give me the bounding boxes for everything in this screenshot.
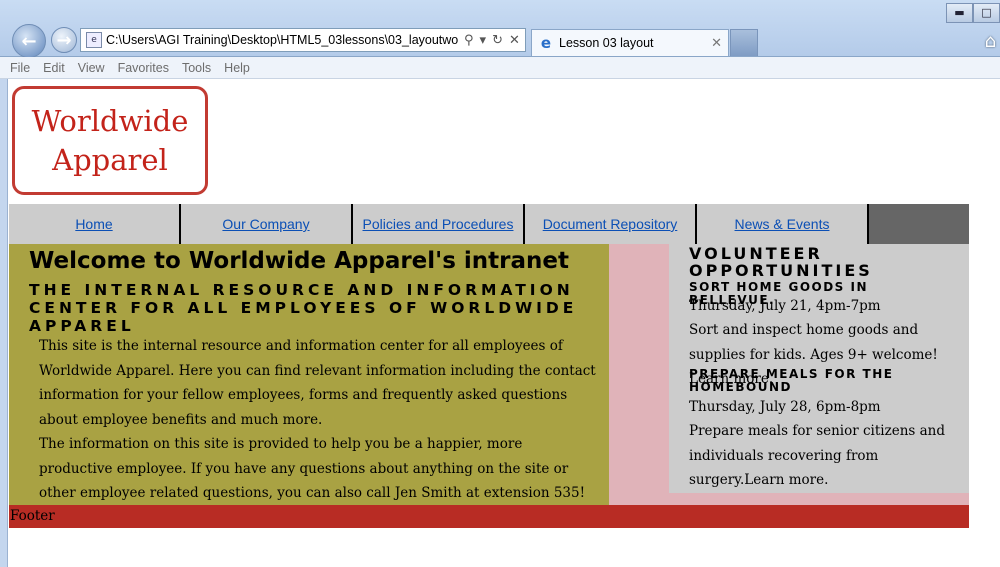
address-text[interactable]: C:\Users\AGI Training\Desktop\HTML5_03le… [106, 33, 458, 47]
tab-title: Lesson 03 layout [559, 36, 654, 50]
event-date: Thursday, July 28, 6pm-8pm [689, 399, 881, 415]
nav-filler [869, 204, 969, 244]
menu-favorites[interactable]: Favorites [118, 61, 169, 75]
menu-file[interactable]: File [10, 61, 30, 75]
browser-toolbar: ← → e C:\Users\AGI Training\Desktop\HTML… [0, 0, 1000, 58]
page-subtitle: The internal resource and information ce… [29, 281, 578, 335]
content-area: Welcome to Worldwide Apparel's intranet … [9, 244, 969, 505]
back-arrow-icon: ← [21, 30, 37, 52]
search-icon[interactable]: ⚲ [464, 33, 474, 48]
dropdown-icon[interactable]: ▾ [480, 33, 487, 48]
sidebar: Volunteer Opportunities Sort home goods … [669, 244, 969, 493]
window-frame-left [0, 79, 8, 567]
page-title: Welcome to Worldwide Apparel's intranet [29, 248, 569, 274]
page-favicon-icon: e [86, 32, 102, 48]
main-navigation: Home Our Company Policies and Procedures… [9, 204, 969, 244]
stop-icon[interactable]: ✕ [509, 33, 520, 48]
minimize-button[interactable]: ▬ [946, 3, 973, 23]
menu-bar: File Edit View Favorites Tools Help [0, 57, 1000, 79]
forward-arrow-icon: → [56, 29, 72, 51]
forward-button[interactable]: → [51, 27, 77, 53]
logo: Worldwide Apparel [12, 86, 208, 195]
address-bar[interactable]: e C:\Users\AGI Training\Desktop\HTML5_03… [80, 28, 526, 52]
menu-view[interactable]: View [78, 61, 105, 75]
nav-link-home[interactable]: Home [9, 204, 181, 244]
event-title: Prepare meals for the homebound [689, 367, 894, 394]
maximize-button[interactable]: □ [973, 3, 1000, 23]
new-tab-button[interactable] [730, 29, 758, 56]
menu-edit[interactable]: Edit [43, 61, 65, 75]
event-description: Prepare meals for senior citizens and in… [689, 423, 946, 488]
logo-line-2: Apparel [52, 142, 168, 177]
nav-link-policies[interactable]: Policies and Procedures [353, 204, 525, 244]
main-article: Welcome to Worldwide Apparel's intranet … [9, 244, 609, 505]
browser-tab[interactable]: e Lesson 03 layout ✕ [531, 29, 729, 56]
home-icon[interactable]: ⌂ [985, 31, 996, 52]
menu-tools[interactable]: Tools [182, 61, 211, 75]
intro-paragraph: This site is the internal resource and i… [39, 338, 596, 428]
footer: Footer [9, 505, 969, 528]
ie-icon: e [540, 34, 552, 52]
sidebar-heading: Volunteer Opportunities [689, 244, 873, 280]
menu-help[interactable]: Help [224, 61, 250, 75]
back-button[interactable]: ← [12, 24, 46, 58]
refresh-icon[interactable]: ↻ [492, 33, 503, 48]
nav-link-document-repository[interactable]: Document Repository [525, 204, 697, 244]
logo-line-1: Worldwide [31, 103, 189, 138]
info-paragraph: The information on this site is provided… [39, 436, 586, 501]
close-tab-icon[interactable]: ✕ [711, 36, 722, 51]
nav-link-news-events[interactable]: News & Events [697, 204, 869, 244]
nav-link-our-company[interactable]: Our Company [181, 204, 353, 244]
event-date: Thursday, July 21, 4pm-7pm [689, 298, 881, 314]
